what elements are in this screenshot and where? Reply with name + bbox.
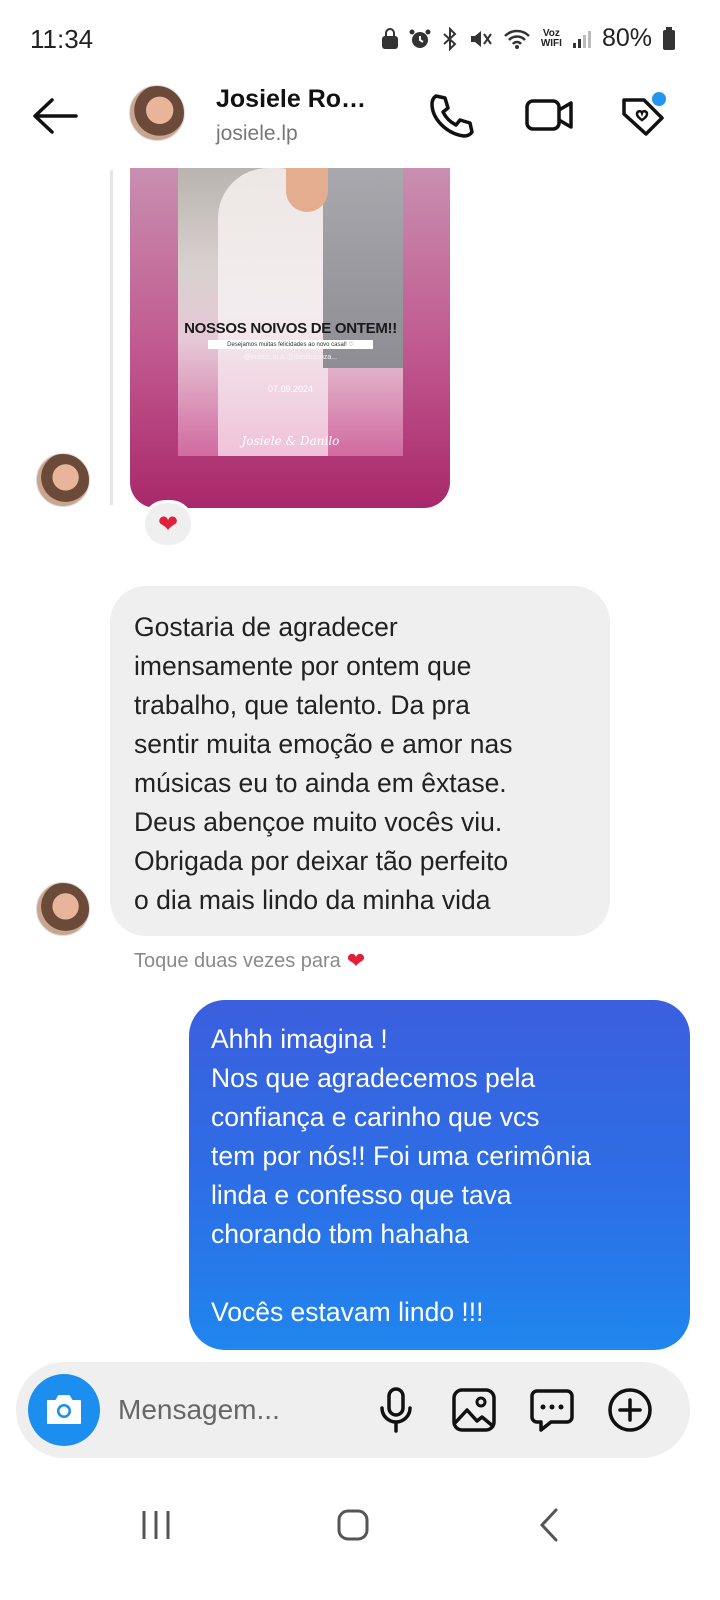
- post-handles: @josiele.lp & @danilosouza...: [243, 354, 338, 361]
- contact-username[interactable]: josiele.lp: [216, 122, 298, 146]
- arrow-left-icon: [33, 98, 78, 134]
- wifi-label: WIFI: [540, 37, 562, 49]
- heart-icon: ❤: [157, 510, 179, 538]
- post-title: NOSSOS NOIVOS DE ONTEM!!: [184, 320, 397, 337]
- sticker-button[interactable]: [528, 1386, 576, 1434]
- battery-percent: 80%: [601, 24, 652, 52]
- voice-call-button[interactable]: [426, 90, 476, 140]
- voz-wifi-label: Voz WIFI: [540, 27, 562, 49]
- mute-icon: [470, 30, 492, 47]
- bluetooth-icon: [443, 26, 457, 51]
- home-icon: [337, 1509, 369, 1541]
- post-signature: Josiele & Danilo: [241, 434, 340, 448]
- message-composer: [16, 1362, 690, 1458]
- signal-icon: [572, 30, 591, 48]
- voice-message-button[interactable]: [372, 1386, 420, 1434]
- shared-post[interactable]: NOSSOS NOIVOS DE ONTEM!! Desejamos muita…: [130, 168, 450, 508]
- chat-bubble-icon: [530, 1389, 574, 1432]
- system-nav-bar: [0, 1480, 720, 1600]
- back-button[interactable]: [30, 94, 80, 138]
- chat-header: Josiele Ro… josiele.lp: [0, 80, 720, 170]
- battery-icon: [663, 26, 675, 50]
- wifi-icon: [503, 29, 530, 49]
- camera-button[interactable]: [28, 1374, 100, 1446]
- image-icon: [452, 1388, 496, 1432]
- home-button[interactable]: [323, 1500, 383, 1550]
- system-back-button[interactable]: [520, 1500, 580, 1550]
- plus-circle-icon: [608, 1388, 652, 1432]
- alarm-icon: [409, 29, 431, 48]
- post-subtitle: Desejamos muitas felicidades ao novo cas…: [208, 340, 373, 349]
- message-input[interactable]: [118, 1388, 358, 1432]
- phone-icon: [430, 94, 474, 138]
- sender-avatar[interactable]: [36, 882, 90, 936]
- gallery-button[interactable]: [450, 1386, 498, 1434]
- camera-icon: [47, 1395, 81, 1424]
- outgoing-message[interactable]: Ahhh imagina ! Nos que agradecemos pela …: [189, 1000, 690, 1350]
- heart-icon: ❤: [346, 948, 366, 973]
- double-tap-hint: Toque duas vezes para ❤: [134, 948, 365, 974]
- status-time: 11:34: [30, 24, 94, 54]
- more-button[interactable]: [606, 1386, 654, 1434]
- video-call-button[interactable]: [524, 90, 574, 140]
- lock-icon: [381, 27, 398, 49]
- contact-name[interactable]: Josiele Ro…: [216, 85, 366, 114]
- notification-dot: [650, 90, 668, 108]
- video-camera-icon: [525, 99, 573, 131]
- voz-label: Voz: [542, 27, 560, 39]
- microphone-icon: [380, 1387, 412, 1433]
- incoming-message[interactable]: Gostaria de agradecer imensamente por on…: [110, 586, 610, 936]
- heart-reaction[interactable]: ❤: [142, 500, 194, 548]
- wedding-photo: NOSSOS NOIVOS DE ONTEM!! Desejamos muita…: [178, 168, 403, 456]
- bride-face: [286, 168, 328, 212]
- contact-avatar[interactable]: [129, 85, 185, 141]
- chevron-left-icon: [539, 1508, 558, 1542]
- status-icons: Voz WIFI 80%: [381, 24, 676, 53]
- status-bar: 11:34 Voz WIFI 80%: [0, 0, 720, 80]
- recent-apps-button[interactable]: [126, 1500, 186, 1550]
- reply-line: [110, 170, 113, 505]
- groom-suit: [323, 168, 403, 368]
- post-date: 07.09.2024: [267, 384, 314, 394]
- hint-text: Toque duas vezes para: [134, 949, 341, 972]
- sender-avatar[interactable]: [36, 453, 90, 507]
- recent-apps-icon: [142, 1511, 170, 1539]
